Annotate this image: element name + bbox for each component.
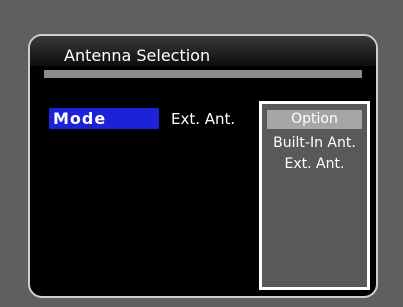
panel-title: Antenna Selection xyxy=(64,46,211,65)
antenna-selection-panel: Antenna Selection Mode Ext. Ant. Option … xyxy=(28,34,378,298)
option-menu-header: Option xyxy=(267,110,362,129)
mode-label[interactable]: Mode xyxy=(49,108,159,129)
option-ext-ant[interactable]: Ext. Ant. xyxy=(262,155,367,173)
title-bar: Antenna Selection xyxy=(30,36,376,66)
title-divider xyxy=(44,70,362,78)
option-built-in-ant[interactable]: Built-In Ant. xyxy=(262,134,367,152)
option-menu: Option Built-In Ant. Ext. Ant. xyxy=(259,101,370,290)
mode-value: Ext. Ant. xyxy=(171,110,236,128)
